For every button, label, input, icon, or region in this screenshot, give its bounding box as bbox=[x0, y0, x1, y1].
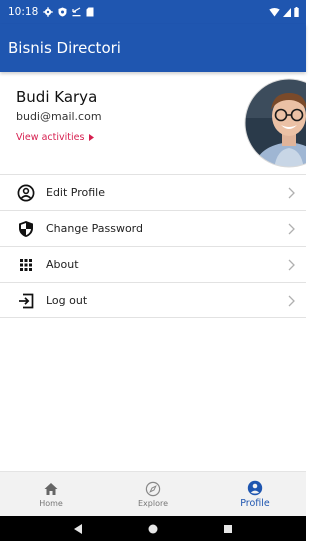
sd-card-icon bbox=[86, 7, 94, 17]
profile-menu: Edit Profile Change Password About Log o… bbox=[0, 174, 306, 318]
home-icon bbox=[44, 482, 58, 495]
tab-profile[interactable]: Profile bbox=[204, 472, 306, 516]
status-time: 10:18 bbox=[8, 6, 39, 18]
avatar-photo bbox=[244, 78, 306, 168]
menu-item-change-password[interactable]: Change Password bbox=[0, 210, 306, 246]
view-activities-link[interactable]: View activities bbox=[16, 132, 95, 143]
menu-label-log-out: Log out bbox=[46, 293, 88, 307]
signal-icon bbox=[283, 7, 291, 17]
user-name: Budi Karya bbox=[16, 88, 98, 106]
app-bar: Bisnis Directori bbox=[0, 24, 306, 72]
caret-right-icon bbox=[89, 134, 95, 141]
tab-home[interactable]: Home bbox=[0, 472, 102, 516]
compass-icon bbox=[145, 481, 161, 496]
bottom-nav: Home Explore Profile bbox=[0, 471, 306, 516]
system-nav-bar bbox=[0, 516, 306, 541]
back-icon[interactable] bbox=[72, 523, 84, 535]
menu-item-log-out[interactable]: Log out bbox=[0, 282, 306, 318]
tab-explore[interactable]: Explore bbox=[102, 472, 204, 516]
download-icon bbox=[72, 7, 81, 17]
menu-item-edit-profile[interactable]: Edit Profile bbox=[0, 174, 306, 210]
app-title: Bisnis Directori bbox=[8, 39, 121, 57]
tab-home-label: Home bbox=[39, 498, 63, 508]
chevron-right-icon bbox=[288, 187, 295, 199]
account-circle-icon bbox=[17, 184, 35, 202]
tab-explore-label: Explore bbox=[137, 498, 169, 508]
shield-icon bbox=[58, 7, 67, 17]
profile-header: Budi Karya budi@mail.com View activities bbox=[0, 72, 306, 174]
menu-label-about: About bbox=[46, 258, 79, 271]
status-left: 10:18 bbox=[8, 6, 94, 18]
menu-label-edit-profile: Edit Profile bbox=[46, 186, 106, 199]
tab-profile-label: Profile bbox=[240, 497, 270, 509]
chevron-right-icon bbox=[288, 223, 295, 235]
recents-icon[interactable] bbox=[222, 523, 234, 535]
view-activities-label: View activities bbox=[16, 132, 85, 143]
menu-label-change-password: Change Password bbox=[46, 222, 143, 235]
menu-item-about[interactable]: About bbox=[0, 246, 306, 282]
person-icon bbox=[247, 480, 263, 495]
home-circle-icon[interactable] bbox=[147, 523, 159, 535]
logout-icon bbox=[19, 293, 34, 309]
user-email: budi@mail.com bbox=[16, 110, 102, 123]
chevron-right-icon bbox=[288, 259, 295, 271]
status-bar: 10:18 bbox=[0, 0, 306, 24]
security-shield-icon bbox=[19, 221, 33, 237]
chevron-right-icon bbox=[288, 295, 295, 307]
avatar bbox=[244, 78, 306, 168]
settings-icon bbox=[43, 7, 53, 17]
wifi-icon bbox=[269, 7, 280, 16]
battery-icon bbox=[294, 7, 299, 17]
status-right bbox=[269, 7, 299, 17]
grid-icon bbox=[20, 259, 32, 271]
